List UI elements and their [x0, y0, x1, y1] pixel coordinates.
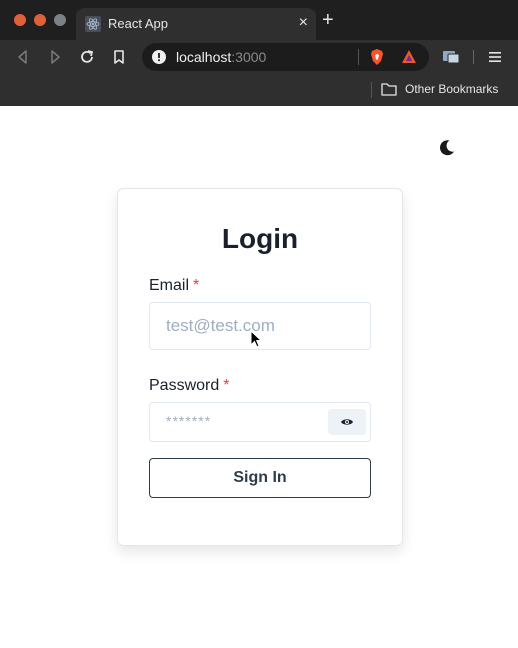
address-bar[interactable]: localhost:3000	[142, 43, 429, 71]
tab-close-button[interactable]: ×	[299, 14, 308, 32]
info-icon[interactable]	[152, 50, 166, 64]
react-icon	[85, 16, 101, 32]
eye-icon	[341, 419, 353, 425]
forward-icon[interactable]	[46, 48, 64, 66]
brave-shield-icon[interactable]	[368, 48, 386, 66]
email-label: Email *	[149, 277, 199, 295]
bookmarks-bar: Other Bookmarks	[0, 74, 518, 106]
folder-icon[interactable]	[381, 82, 397, 96]
password-placeholder: *******	[166, 413, 212, 429]
dark-mode-toggle-moon-icon[interactable]	[436, 138, 456, 158]
email-required-marker: *	[193, 277, 200, 294]
url-port: :3000	[231, 49, 267, 65]
browser-tab[interactable]: React App ×	[76, 8, 316, 40]
back-icon[interactable]	[14, 48, 32, 66]
bookmark-icon[interactable]	[110, 48, 128, 66]
window-maximize-button[interactable]	[54, 14, 66, 26]
url-host: localhost	[176, 49, 232, 65]
url-text: localhost:3000	[176, 49, 266, 65]
window-minimize-button[interactable]	[34, 14, 46, 26]
extensions-icon[interactable]	[442, 49, 460, 65]
sign-in-button[interactable]: Sign In	[149, 458, 371, 498]
window-close-button[interactable]	[14, 14, 26, 26]
show-password-button[interactable]	[328, 409, 366, 435]
browser-titlebar: React App × +	[0, 0, 518, 40]
browser-toolbar: localhost:3000	[0, 40, 518, 74]
email-label-text: Email	[149, 277, 190, 294]
brave-rewards-icon[interactable]	[400, 48, 418, 66]
menu-icon[interactable]	[488, 50, 502, 64]
password-label-text: Password	[149, 377, 220, 394]
mouse-cursor-icon	[250, 330, 263, 348]
bookmark-folder-other[interactable]: Other Bookmarks	[405, 82, 498, 96]
reload-icon[interactable]	[78, 48, 96, 66]
password-field[interactable]: *******	[149, 402, 371, 442]
login-card: Login Email * test@test.com Password * ***…	[117, 188, 403, 546]
password-required-marker: *	[223, 377, 230, 394]
new-tab-button[interactable]: +	[322, 10, 334, 30]
tab-title: React App	[108, 16, 168, 31]
login-title: Login	[221, 223, 299, 254]
bookmarks-divider	[371, 82, 372, 98]
url-divider	[358, 49, 359, 65]
password-label: Password *	[149, 377, 229, 395]
toolbar-divider	[473, 50, 474, 64]
